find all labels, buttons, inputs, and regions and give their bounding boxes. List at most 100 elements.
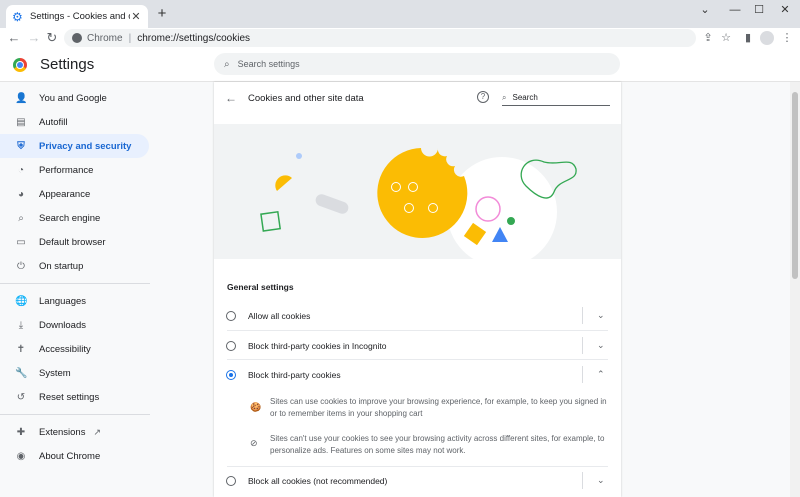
more-menu-icon[interactable]: ⋮	[779, 30, 795, 46]
new-tab-button[interactable]: +	[154, 6, 170, 22]
close-tab-icon[interactable]: ✕	[130, 10, 142, 23]
radio-block-incognito[interactable]	[226, 340, 236, 351]
bookmark-star-icon[interactable]: ☆	[718, 30, 734, 46]
sidebar-item-reset-settings[interactable]: ↺ Reset settings	[0, 385, 160, 409]
sidebar-item-extensions[interactable]: ✚ Extensions ↗	[0, 420, 160, 444]
omnibox-separator: |	[128, 32, 132, 44]
sidebar-item-label: Accessibility	[39, 343, 91, 355]
chevron-down-icon[interactable]: ⌄	[597, 310, 605, 321]
wrench-icon: 🔧	[15, 367, 28, 379]
half-circle-shape	[275, 175, 292, 191]
search-placeholder: Search settings	[237, 59, 300, 69]
row-separator	[582, 472, 583, 489]
radio-allow-all[interactable]	[226, 310, 236, 321]
tab-title: Settings - Cookies and other site	[30, 11, 130, 22]
sidebar-item-languages[interactable]: 🌐 Languages	[0, 289, 160, 313]
square-outline-shape	[260, 210, 282, 232]
puzzle-icon: ✚	[16, 426, 26, 438]
sidebar-item-label: Languages	[39, 295, 87, 307]
close-window-button[interactable]: ✕	[770, 0, 800, 20]
card-header: ← Cookies and other site data ? ⌕ Search	[214, 82, 621, 114]
search-icon: ⌕	[502, 92, 507, 102]
chevron-up-icon[interactable]: ⌃	[597, 369, 605, 380]
chrome-site-icon	[72, 33, 82, 43]
reload-icon[interactable]: ↻	[44, 30, 60, 46]
search-icon: ⌕	[18, 212, 24, 224]
toolbar: ← → ↻ Chrome | chrome://settings/cookies…	[0, 28, 800, 48]
sidebar-item-privacy[interactable]: ⛨ Privacy and security	[0, 134, 149, 158]
chevron-down-icon[interactable]: ⌄	[597, 475, 605, 486]
sidebar-item-label: Default browser	[39, 236, 106, 248]
pill-shape	[315, 194, 349, 214]
sidebar-item-label: About Chrome	[39, 450, 101, 462]
sidebar-item-appearance[interactable]: ◕ Appearance	[0, 182, 160, 206]
address-bar[interactable]: Chrome | chrome://settings/cookies	[64, 29, 696, 47]
shield-icon: ⛨	[17, 140, 25, 152]
browser-icon: ▭	[16, 236, 26, 248]
sidebar-item-accessibility[interactable]: ✝ Accessibility	[0, 337, 160, 361]
chevron-down-icon[interactable]: ⌄	[690, 0, 720, 20]
omnibox-url: chrome://settings/cookies	[137, 32, 251, 44]
settings-header: Settings ⌕ Search settings	[0, 48, 800, 82]
block-icon: ⊘	[250, 438, 258, 448]
sidebar-item-about-chrome[interactable]: ◉ About Chrome	[0, 444, 160, 468]
sidebar-item-label: Appearance	[39, 188, 91, 200]
radio-block-third-party[interactable]	[226, 369, 236, 380]
tab-settings[interactable]: ⚙ Settings - Cookies and other site ✕	[6, 5, 148, 28]
row-separator	[582, 307, 583, 324]
power-icon: ⏻	[17, 260, 25, 272]
option-block-incognito[interactable]: Block third-party cookies in Incognito ⌄	[214, 331, 621, 360]
sidebar-item-system[interactable]: 🔧 System	[0, 361, 160, 385]
option-allow-all-cookies[interactable]: Allow all cookies ⌄	[214, 301, 621, 330]
sidebar-item-search-engine[interactable]: ⌕ Search engine	[0, 206, 160, 230]
sidebar-item-downloads[interactable]: ⤓ Downloads	[0, 313, 160, 337]
tab-strip: ⚙ Settings - Cookies and other site ✕ + …	[0, 0, 800, 28]
side-panel-icon[interactable]: ▮	[740, 30, 756, 46]
chrome-logo-icon	[13, 58, 27, 72]
option-block-third-party[interactable]: Block third-party cookies ⌃	[214, 360, 621, 389]
sidebar-item-you-and-google[interactable]: 👤 You and Google	[0, 86, 160, 110]
back-icon[interactable]: ←	[6, 30, 22, 46]
row-separator	[582, 366, 583, 383]
scrollbar-thumb[interactable]	[792, 92, 798, 279]
option-block-all[interactable]: Block all cookies (not recommended) ⌄	[214, 466, 621, 495]
sidebar-item-label: System	[39, 367, 71, 379]
option-label: Block all cookies (not recommended)	[248, 475, 388, 486]
detail-allowed: Sites can use cookies to improve your br…	[270, 397, 607, 418]
cookie-icon: 🍪	[250, 402, 262, 412]
chevron-down-icon[interactable]: ⌄	[597, 340, 605, 351]
sidebar-item-label: Reset settings	[39, 391, 100, 403]
page-title: Settings	[40, 56, 95, 73]
search-icon: ⌕	[224, 58, 230, 70]
cookies-illustration	[214, 124, 621, 259]
download-icon: ⤓	[18, 319, 24, 331]
radio-block-all[interactable]	[226, 475, 236, 486]
sidebar-item-default-browser[interactable]: ▭ Default browser	[0, 230, 160, 254]
sidebar-item-performance[interactable]: ◔ Performance	[0, 158, 160, 182]
sidebar-item-on-startup[interactable]: ⏻ On startup	[0, 254, 160, 278]
detail-blocked: Sites can't use your cookies to see your…	[270, 434, 605, 455]
palette-icon: ◕	[17, 188, 25, 200]
history-icon: ↺	[16, 391, 26, 403]
person-icon: 👤	[15, 92, 28, 104]
gear-icon: ⚙	[12, 9, 23, 24]
card-search-input[interactable]: ⌕ Search	[502, 90, 610, 106]
back-arrow-icon[interactable]: ←	[225, 91, 237, 105]
share-icon[interactable]: ⇪	[700, 30, 716, 46]
sidebar-item-label: On startup	[39, 260, 84, 272]
forward-icon[interactable]: →	[26, 30, 42, 46]
option-label: Block third-party cookies in Incognito	[248, 340, 387, 351]
green-dot-shape	[507, 217, 515, 225]
help-icon[interactable]: ?	[477, 91, 489, 103]
profile-avatar-icon[interactable]	[760, 31, 774, 45]
search-settings-input[interactable]: ⌕ Search settings	[214, 53, 620, 75]
dot-shape	[296, 153, 302, 159]
accessibility-icon: ✝	[16, 343, 26, 355]
cookie-shape	[377, 148, 468, 238]
chrome-icon: ◉	[16, 450, 26, 462]
sidebar-item-label: Privacy and security	[39, 140, 132, 152]
sidebar-item-autofill[interactable]: ▤ Autofill	[0, 110, 160, 134]
clipboard-icon: ▤	[16, 116, 26, 128]
sidebar-item-label: You and Google	[39, 92, 107, 104]
sidebar-item-label: Extensions	[39, 426, 86, 438]
